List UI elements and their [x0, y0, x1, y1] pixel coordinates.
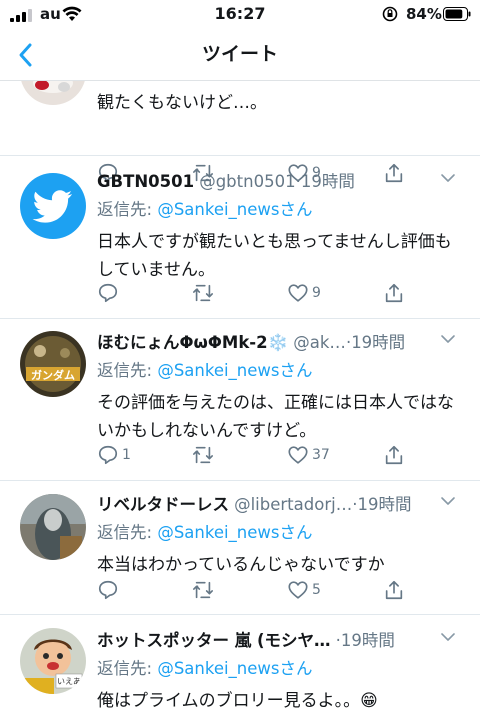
retweet-icon	[193, 284, 213, 302]
tweet-actions: 5	[97, 578, 417, 602]
avatar-caption: ガンダム	[31, 368, 75, 382]
display-name[interactable]: リベルタドーレス	[97, 495, 229, 514]
chevron-down-icon[interactable]	[440, 333, 456, 345]
reply-to-prefix: 返信先:	[97, 659, 158, 678]
avatar[interactable]: ガンダム	[20, 331, 86, 397]
reply-icon	[98, 283, 118, 303]
display-name[interactable]: GBTN0501	[97, 172, 194, 191]
rotation-lock-icon	[382, 6, 398, 22]
tweet-text: 本当はわかっているんじゃないですか	[97, 555, 385, 575]
reply-to-line: 返信先: @Sankei_newsさん	[97, 357, 466, 383]
reply-to-suffix: さん	[279, 523, 313, 542]
timestamp[interactable]: 19時間	[351, 333, 405, 352]
tweet-header: ほむにょんΦωΦMk-2❄️ @ak…·19時間	[97, 329, 466, 355]
avatar-caption: いえあ	[57, 677, 81, 686]
tweet-header: ホットスポッター 嵐 (モシヤ… ·19時間	[97, 627, 466, 653]
chevron-down-icon[interactable]	[440, 631, 456, 643]
tweet-header: リベルタドーレス @libertadorj…·19時間	[97, 491, 466, 517]
retweet-button[interactable]	[192, 443, 214, 467]
timestamp[interactable]: 19時間	[301, 172, 355, 191]
reply-to-line: 返信先: @Sankei_newsさん	[97, 655, 466, 681]
user-handle[interactable]: @ak…	[293, 333, 346, 352]
reply-to-line: 返信先: @Sankei_newsさん	[97, 519, 466, 545]
heart-icon	[288, 284, 308, 302]
share-icon	[385, 445, 403, 465]
tweet-text: 観たくもないけど…。	[97, 93, 267, 113]
reply-count: 1	[122, 447, 131, 463]
like-count: 5	[312, 582, 321, 598]
like-button[interactable]: 37	[287, 443, 330, 467]
share-button[interactable]	[383, 443, 405, 467]
heart-icon	[288, 446, 308, 464]
display-name[interactable]: ほむにょんΦωΦMk-2❄️	[97, 333, 288, 352]
reply-to-prefix: 返信先:	[97, 523, 158, 542]
reply-to-suffix: さん	[279, 200, 313, 219]
timestamp[interactable]: 19時間	[341, 631, 395, 650]
navigation-bar: ツイート	[0, 30, 480, 81]
avatar[interactable]: いえあ	[20, 628, 86, 694]
retweet-button[interactable]	[192, 578, 214, 602]
chevron-down-icon[interactable]	[440, 172, 456, 184]
reply-to-user-link[interactable]: @Sankei_news	[157, 361, 279, 380]
user-handle[interactable]: @gbtn0501	[199, 172, 295, 191]
reply-to-prefix: 返信先:	[97, 200, 158, 219]
reply-to-suffix: さん	[279, 361, 313, 380]
tweet-actions: 1 37	[97, 443, 417, 467]
battery-icon	[443, 7, 471, 21]
share-button[interactable]	[383, 578, 405, 602]
reply-feed[interactable]: 観たくもないけど…。 9 GBTN0501 @gbtn0501·19時間 返信先…	[0, 81, 480, 719]
tweet-item[interactable]: リベルタドーレス @libertadorj…·19時間 返信先: @Sankei…	[0, 481, 480, 615]
display-name[interactable]: ホットスポッター 嵐 (モシヤ…	[97, 631, 331, 650]
user-handle[interactable]: @libertadorj…	[234, 495, 352, 514]
reply-button[interactable]	[97, 578, 119, 602]
like-count: 9	[312, 285, 321, 301]
share-icon	[385, 580, 403, 600]
tweet-text: 俺はプライムのブロリー見るよ。。😁	[97, 691, 378, 711]
reply-button[interactable]	[97, 281, 119, 305]
share-icon	[385, 283, 403, 303]
retweet-icon	[193, 581, 213, 599]
share-button[interactable]	[383, 281, 405, 305]
reply-icon	[98, 445, 118, 465]
tweet-item[interactable]: ガンダム ほむにょんΦωΦMk-2❄️ @ak…·19時間 返信先: @Sank…	[0, 319, 480, 481]
reply-to-user-link[interactable]: @Sankei_news	[157, 523, 279, 542]
like-button[interactable]: 9	[287, 281, 321, 305]
reply-to-prefix: 返信先:	[97, 361, 158, 380]
reply-to-user-link[interactable]: @Sankei_news	[157, 659, 279, 678]
page-title: ツイート	[201, 43, 278, 65]
like-count: 37	[312, 447, 330, 463]
reply-icon	[98, 580, 118, 600]
reply-to-line: 返信先: @Sankei_newsさん	[97, 196, 466, 222]
tweet-item[interactable]: GBTN0501 @gbtn0501·19時間 返信先: @Sankei_new…	[0, 156, 480, 319]
tweet-item[interactable]: 観たくもないけど…。 9	[0, 81, 480, 183]
avatar[interactable]	[20, 494, 86, 560]
chevron-down-icon[interactable]	[440, 495, 456, 507]
tweet-actions: 9	[97, 281, 417, 305]
battery-percent: 84%	[406, 5, 442, 23]
timestamp[interactable]: 19時間	[357, 495, 411, 514]
like-button[interactable]: 5	[287, 578, 321, 602]
tweet-header: GBTN0501 @gbtn0501·19時間	[97, 168, 466, 194]
retweet-button[interactable]	[192, 281, 214, 305]
reply-to-suffix: さん	[279, 659, 313, 678]
avatar[interactable]	[20, 81, 86, 105]
avatar[interactable]	[20, 173, 86, 239]
tweet-text: 日本人ですが観たいとも思ってませんし評価もしていません。	[97, 232, 452, 280]
retweet-icon	[193, 446, 213, 464]
heart-icon	[288, 581, 308, 599]
tweet-text: その評価を与えたのは、正確には日本人ではないかもしれないんですけど。	[97, 393, 454, 441]
status-bar: au 16:27 84%	[0, 0, 480, 30]
tweet-item[interactable]: いえあ ホットスポッター 嵐 (モシヤ… ·19時間 返信先: @Sankei_…	[0, 615, 480, 719]
reply-button[interactable]: 1	[97, 443, 131, 467]
reply-to-user-link[interactable]: @Sankei_news	[157, 200, 279, 219]
